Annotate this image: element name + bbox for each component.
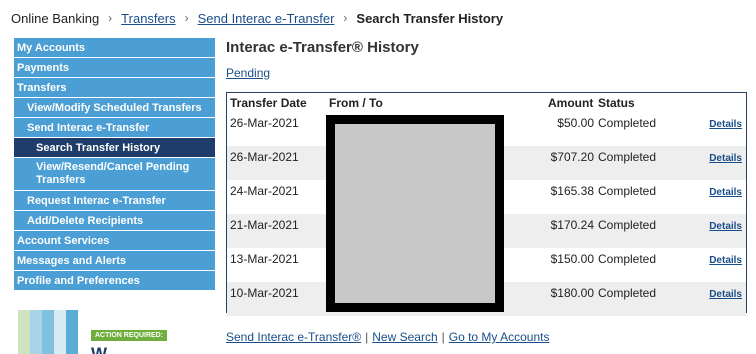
row-amount: $170.24	[550, 218, 594, 232]
details-link[interactable]: Details	[709, 289, 742, 300]
redacted-block-inner	[335, 124, 495, 303]
breadcrumb-send-interac-link[interactable]: Send Interac e-Transfer	[198, 11, 335, 26]
footer-links: Send Interac e-Transfer® | New Search | …	[226, 330, 549, 344]
sidebar-item-account-services[interactable]: Account Services	[14, 231, 215, 251]
sidebar-item-messages-alerts[interactable]: Messages and Alerts	[14, 251, 215, 271]
row-amount: $707.20	[550, 150, 594, 164]
row-date: 13-Mar-2021	[230, 252, 299, 266]
header-from-to: From / To	[329, 96, 383, 110]
pending-link[interactable]: Pending	[226, 66, 270, 80]
breadcrumb: Online Banking › Transfers › Send Intera…	[11, 10, 503, 26]
row-status: Completed	[598, 218, 657, 232]
sidebar-item-view-modify-scheduled[interactable]: View/Modify Scheduled Transfers	[14, 98, 215, 118]
row-status: Completed	[598, 252, 657, 266]
sidebar-item-search-transfer-history[interactable]: Search Transfer History	[14, 138, 215, 158]
details-link[interactable]: Details	[709, 187, 742, 198]
banner-stripe	[66, 310, 78, 354]
breadcrumb-online-banking: Online Banking	[11, 10, 100, 26]
banner-stripe	[30, 310, 42, 354]
breadcrumb-current: Search Transfer History	[356, 10, 504, 26]
row-amount: $180.00	[550, 286, 594, 300]
banner-stripe	[54, 310, 66, 354]
row-amount: $165.38	[550, 184, 594, 198]
breadcrumb-separator: ›	[343, 11, 348, 25]
details-link[interactable]: Details	[709, 255, 742, 266]
header-status: Status	[598, 96, 635, 110]
sidebar-item-my-accounts[interactable]: My Accounts	[14, 38, 215, 58]
breadcrumb-separator: ›	[108, 11, 113, 25]
banner-headline: W...	[91, 344, 121, 354]
row-status: Completed	[598, 150, 657, 164]
banner-stripe	[18, 310, 30, 354]
footer-separator: |	[365, 330, 369, 344]
sidebar-item-profile-preferences[interactable]: Profile and Preferences	[14, 271, 215, 291]
row-amount: $50.00	[557, 116, 594, 130]
redacted-block	[326, 115, 504, 312]
page-title: Interac e-Transfer® History	[226, 39, 419, 56]
sidebar-item-transfers[interactable]: Transfers	[14, 78, 215, 98]
table-header: Transfer Date From / To Amount Status	[227, 93, 746, 112]
row-date: 10-Mar-2021	[230, 286, 299, 300]
row-date: 26-Mar-2021	[230, 116, 299, 130]
breadcrumb-separator: ›	[184, 11, 189, 25]
header-amount: Amount	[548, 96, 594, 110]
row-amount: $150.00	[550, 252, 594, 266]
breadcrumb-transfers-link[interactable]: Transfers	[121, 11, 175, 26]
go-to-my-accounts-link[interactable]: Go to My Accounts	[449, 330, 550, 344]
row-date: 24-Mar-2021	[230, 184, 299, 198]
row-date: 26-Mar-2021	[230, 150, 299, 164]
sidebar-item-add-delete-recipients[interactable]: Add/Delete Recipients	[14, 211, 215, 231]
sidebar-item-send-interac[interactable]: Send Interac e-Transfer	[14, 118, 215, 138]
promo-banner[interactable]: ACTION REQUIRED: W...	[16, 310, 216, 354]
send-interac-link[interactable]: Send Interac e-Transfer®	[226, 330, 361, 344]
banner-stripe	[42, 310, 54, 354]
sidebar-item-request-interac[interactable]: Request Interac e-Transfer	[14, 191, 215, 211]
row-status: Completed	[598, 286, 657, 300]
sidebar-item-view-resend-cancel[interactable]: View/Resend/Cancel Pending Transfers	[14, 158, 215, 191]
row-status: Completed	[598, 116, 657, 130]
details-link[interactable]: Details	[709, 153, 742, 164]
sidebar-nav: My Accounts Payments Transfers View/Modi…	[14, 38, 215, 291]
row-status: Completed	[598, 184, 657, 198]
header-transfer-date: Transfer Date	[230, 96, 307, 110]
sidebar-item-payments[interactable]: Payments	[14, 58, 215, 78]
new-search-link[interactable]: New Search	[372, 330, 437, 344]
details-link[interactable]: Details	[709, 119, 742, 130]
footer-separator: |	[441, 330, 445, 344]
details-link[interactable]: Details	[709, 221, 742, 232]
row-date: 21-Mar-2021	[230, 218, 299, 232]
banner-badge: ACTION REQUIRED:	[91, 330, 168, 341]
